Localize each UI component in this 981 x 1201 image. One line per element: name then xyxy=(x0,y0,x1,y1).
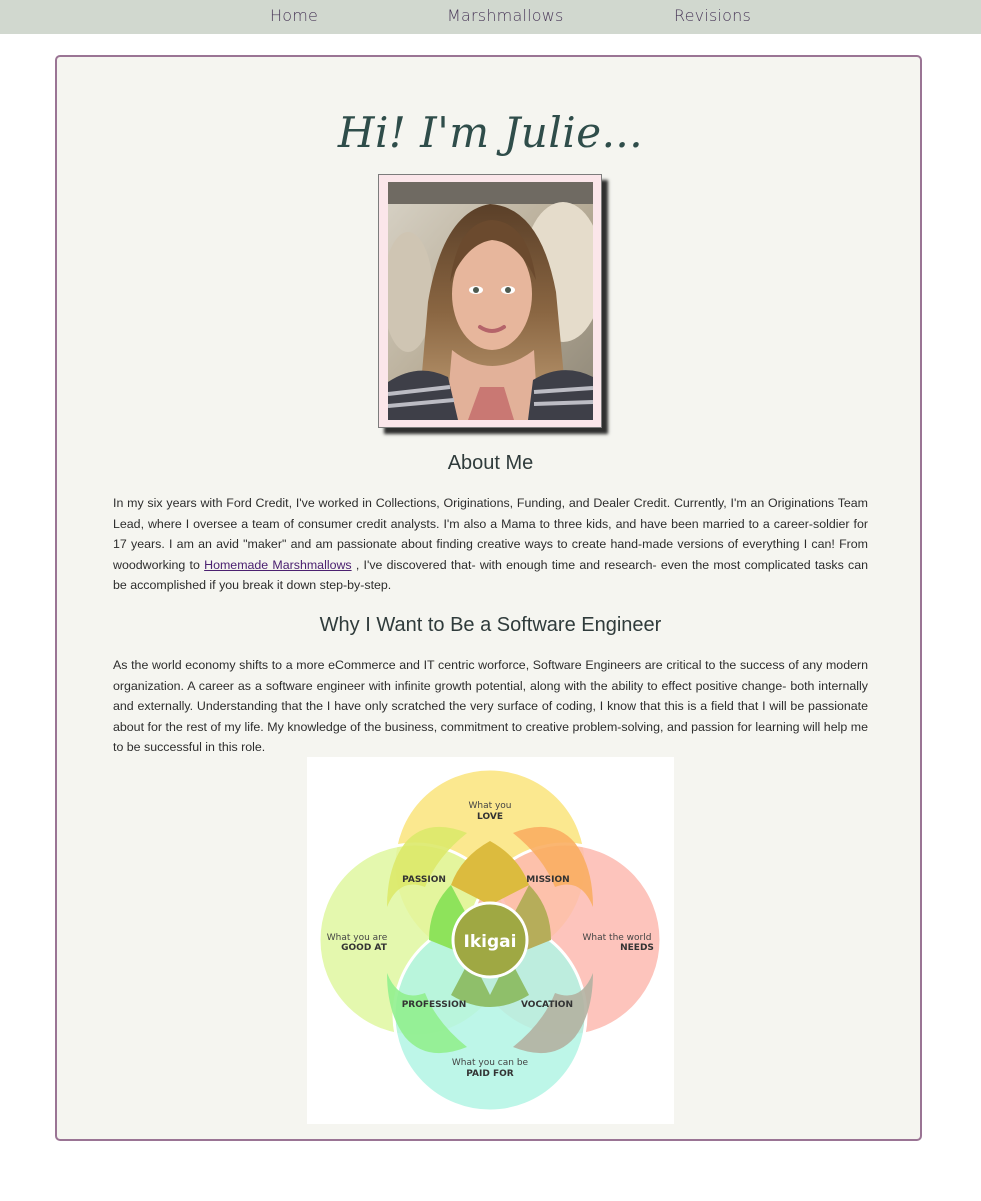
mission-label: MISSION xyxy=(526,875,569,885)
nav-link-home[interactable]: Home xyxy=(270,6,318,25)
why-software-engineer-heading: Why I Want to Be a Software Engineer xyxy=(319,614,662,636)
about-me-paragraph: In my six years with Ford Credit, I've w… xyxy=(113,493,868,596)
vocation-label: VOCATION xyxy=(521,1000,573,1010)
ikigai-center-label: Ikigai xyxy=(464,932,517,952)
greeting-heading: Hi! I'm Julie... xyxy=(337,108,644,157)
passion-label: PASSION xyxy=(402,875,446,885)
top-navigation: Home Marshmallows Revisions xyxy=(0,0,981,34)
good-at-label: GOOD AT xyxy=(341,943,388,953)
good-at-label-top: What you are xyxy=(327,933,388,943)
homemade-marshmallows-link[interactable]: Homemade Marshmallows xyxy=(204,558,351,572)
paid-for-label: PAID FOR xyxy=(466,1069,513,1079)
nav-link-revisions[interactable]: Revisions xyxy=(674,6,751,25)
nav-link-marshmallows[interactable]: Marshmallows xyxy=(447,6,564,25)
needs-label: NEEDS xyxy=(620,943,654,953)
needs-label-top: What the world xyxy=(583,933,652,943)
ikigai-diagram: Ikigai What you LOVE What you are GOOD A… xyxy=(307,757,674,1124)
about-me-heading: About Me xyxy=(447,452,534,474)
why-software-engineer-paragraph: As the world economy shifts to a more eC… xyxy=(113,658,868,755)
profession-label: PROFESSION xyxy=(402,1000,467,1010)
love-label: LOVE xyxy=(477,812,503,822)
profile-photo-frame xyxy=(378,174,602,428)
love-label-top: What you xyxy=(468,801,511,811)
profile-photo-image xyxy=(388,182,593,420)
profile-photo xyxy=(388,182,593,420)
paid-for-label-top: What you can be xyxy=(452,1058,529,1068)
